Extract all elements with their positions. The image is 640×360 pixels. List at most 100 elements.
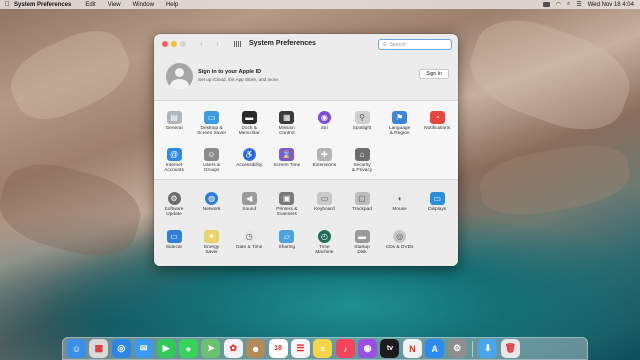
pane-label: Time Machine bbox=[315, 245, 334, 256]
wallpaper-rock bbox=[0, 17, 140, 133]
pane-label: Desktop & Screen Saver bbox=[197, 126, 227, 137]
pane-sharing[interactable]: ▱ Sharing bbox=[268, 230, 306, 250]
menu-app-name[interactable]: System Preferences bbox=[14, 2, 71, 8]
menu-view[interactable]: View bbox=[108, 2, 121, 8]
pane-extensions[interactable]: ✚ Extensions bbox=[305, 148, 343, 168]
pane-mission-control[interactable]: ▦ Mission Control bbox=[268, 111, 306, 137]
menu-help[interactable]: Help bbox=[166, 2, 178, 8]
apple-id-banner: Sign in to your Apple ID Set up iCloud, … bbox=[154, 56, 458, 100]
messages-icon[interactable]: ● bbox=[178, 339, 198, 358]
siri-icon: ◉ bbox=[317, 111, 331, 124]
pane-trackpad[interactable]: ▢ Trackpad bbox=[343, 192, 381, 212]
system-preferences-window: ‹ › System Preferences ⚲ Search Sign in … bbox=[154, 34, 458, 266]
pane-label: Users & Groups bbox=[203, 163, 221, 174]
menu-window[interactable]: Window bbox=[133, 2, 154, 8]
pane-label: General bbox=[165, 126, 183, 131]
pane-startup-disk[interactable]: ▬ Startup Disk bbox=[343, 230, 381, 256]
pane-label: Software Update bbox=[164, 207, 184, 218]
sidecar-icon: ▭ bbox=[166, 230, 182, 243]
at-icon: @ bbox=[166, 148, 182, 161]
facetime-icon[interactable]: ▶ bbox=[156, 339, 176, 358]
pane-printers-scanners[interactable]: ▣ Printers & Scanners bbox=[268, 192, 306, 218]
photos-icon[interactable]: ✿ bbox=[223, 339, 243, 358]
app-store-icon[interactable]: A bbox=[425, 339, 445, 358]
pane-users-groups[interactable]: ☺ Users & Groups bbox=[193, 148, 231, 174]
pane-energy-saver[interactable]: ☀ Energy Saver bbox=[193, 230, 231, 256]
forward-icon[interactable]: › bbox=[216, 39, 219, 48]
calendar-icon[interactable]: 18 bbox=[268, 339, 288, 358]
magnifier-icon: ⚲ bbox=[383, 41, 387, 48]
speaker-icon: ◀ bbox=[241, 192, 257, 205]
pane-label: Screen Time bbox=[273, 163, 301, 168]
back-icon[interactable]: ‹ bbox=[200, 39, 203, 48]
pane-label: Network bbox=[202, 207, 221, 212]
wallpaper-rock bbox=[459, 5, 640, 145]
bulb-icon: ☀ bbox=[204, 230, 220, 243]
trackpad-icon: ▢ bbox=[354, 192, 370, 205]
general-icon: ▤ bbox=[166, 111, 182, 124]
search-field[interactable]: ⚲ Search bbox=[378, 39, 452, 50]
pane-accessibility[interactable]: ♿ Accessibility bbox=[230, 148, 268, 168]
mouse-icon: ◖ bbox=[392, 192, 408, 205]
downloads-folder-icon[interactable]: ⬇ bbox=[478, 339, 498, 358]
pane-label: Printers & Scanners bbox=[276, 207, 298, 218]
pane-notifications[interactable]: ◔ Notifications bbox=[418, 111, 456, 131]
wifi-icon[interactable]: ◠ bbox=[556, 1, 561, 8]
tv-icon[interactable]: tv bbox=[380, 339, 400, 358]
trash-icon[interactable]: 🗑 bbox=[500, 339, 520, 358]
pane-label: Siri bbox=[320, 126, 328, 131]
pane-label: Keyboard bbox=[314, 207, 335, 212]
launchpad-icon[interactable]: ▦ bbox=[89, 339, 109, 358]
safari-icon[interactable]: ◎ bbox=[111, 339, 131, 358]
contacts-icon[interactable]: ☻ bbox=[246, 339, 266, 358]
system-preferences-icon[interactable]: ⚙ bbox=[447, 339, 467, 358]
pane-software-update[interactable]: ⚙ Software Update bbox=[155, 192, 193, 218]
pane-general[interactable]: ▤ General bbox=[155, 111, 193, 131]
search-icon[interactable]: ⌕ bbox=[567, 1, 570, 8]
pane-mouse[interactable]: ◖ Mouse bbox=[381, 192, 419, 212]
pane-network[interactable]: ◍ Network bbox=[193, 192, 231, 212]
apple-menu-icon[interactable]:  bbox=[0, 1, 14, 8]
pane-language-region[interactable]: ⚑ Language & Region bbox=[381, 111, 419, 137]
podcasts-icon[interactable]: ◉ bbox=[358, 339, 378, 358]
spotlight-icon: ⚲ bbox=[354, 111, 370, 124]
pane-security-privacy[interactable]: ⌂ Security & Privacy bbox=[343, 148, 381, 174]
music-icon[interactable]: ♪ bbox=[335, 339, 355, 358]
finder-icon[interactable]: ☺ bbox=[67, 339, 86, 358]
reminders-icon[interactable]: ☰ bbox=[290, 339, 310, 358]
dock-separator bbox=[472, 340, 474, 357]
control-center-icon[interactable]: ☰ bbox=[576, 1, 581, 8]
news-icon[interactable]: N bbox=[402, 339, 422, 358]
pane-displays[interactable]: ▭ Displays bbox=[418, 192, 456, 212]
battery-icon[interactable] bbox=[542, 2, 550, 7]
keyboard-icon: ▭ bbox=[316, 192, 332, 205]
pane-date-time[interactable]: ◷ Date & Time bbox=[230, 230, 268, 250]
sign-in-button[interactable]: Sign In bbox=[419, 69, 449, 79]
pane-sidecar[interactable]: ▭ Sidecar bbox=[155, 230, 193, 250]
minimize-button[interactable] bbox=[171, 41, 177, 47]
menu-edit[interactable]: Edit bbox=[85, 2, 95, 8]
notes-icon[interactable]: ≡ bbox=[313, 339, 333, 358]
zoom-button[interactable] bbox=[180, 41, 186, 47]
pane-internet-accounts[interactable]: @ Internet Accounts bbox=[155, 148, 193, 174]
pane-spotlight[interactable]: ⚲ Spotlight bbox=[343, 111, 381, 131]
menu-clock[interactable]: Wed Nov 18 4:04 bbox=[588, 2, 634, 8]
mission-control-icon: ▦ bbox=[279, 111, 295, 124]
pane-sound[interactable]: ◀ Sound bbox=[230, 192, 268, 212]
pane-siri[interactable]: ◉ Siri bbox=[305, 111, 343, 131]
pane-screen-time[interactable]: ⌛ Screen Time bbox=[268, 148, 306, 168]
show-all-icon[interactable] bbox=[234, 41, 242, 47]
desktop-icon: ▭ bbox=[204, 111, 220, 124]
pane-time-machine[interactable]: ◴ Time Machine bbox=[305, 230, 343, 256]
close-button[interactable] bbox=[162, 41, 168, 47]
maps-icon[interactable]: ➤ bbox=[201, 339, 221, 358]
pane-keyboard[interactable]: ▭ Keyboard bbox=[305, 192, 343, 212]
pane-dock-menu-bar[interactable]: ▬ Dock & Menu Bar bbox=[230, 111, 268, 137]
pane-desktop-screen-saver[interactable]: ▭ Desktop & Screen Saver bbox=[193, 111, 231, 137]
pane-label: Dock & Menu Bar bbox=[238, 126, 260, 137]
clock-icon: ◷ bbox=[242, 230, 256, 243]
pane-label: Internet Accounts bbox=[164, 163, 184, 174]
window-title: System Preferences bbox=[249, 40, 316, 47]
pane-cds-dvds[interactable]: ◎ CDs & DVDs bbox=[381, 230, 419, 250]
mail-icon[interactable]: ✉ bbox=[134, 339, 154, 358]
